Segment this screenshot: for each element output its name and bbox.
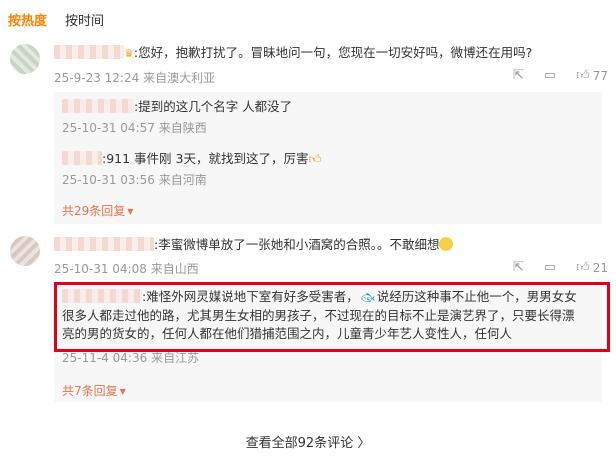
like-count: 77 [592, 68, 608, 83]
reply-item: :911 事件刚 3天，就找到这了，厉害👍︎ 25-10-31 03:56 来自… [62, 151, 322, 187]
like-icon: 👍︎ [576, 68, 590, 83]
comment-time: 25-9-23 12:24 [54, 71, 140, 85]
chevron-down-icon: ▼ [127, 207, 134, 216]
share-button[interactable]: ⇱ [513, 68, 524, 83]
crown-icon: ♛ [124, 47, 134, 60]
reply-item: :提到的这几个名字 人都没了 25-10-31 04:57 来自陕西 [62, 99, 293, 135]
comment-text: ♛:您好，抱歉打扰了。冒昧地问一句，您现在一切安好吗，微博还在用吗? [54, 44, 616, 63]
share-icon: ⇱ [512, 68, 524, 83]
sort-tabs: 按热度 按时间 [8, 10, 104, 29]
grin-emoji [439, 237, 454, 251]
comment-button[interactable]: ▭ [544, 260, 556, 275]
username-blurred[interactable] [62, 289, 142, 303]
chevron-down-icon: ▼ [119, 387, 126, 396]
comment-icon: ▭ [543, 68, 557, 83]
like-button[interactable]: 👍︎ 21 [576, 260, 608, 275]
tab-hot[interactable]: 按热度 [8, 10, 47, 29]
avatar[interactable] [10, 236, 40, 266]
more-replies-link[interactable]: 共7条回复 ▼ [62, 382, 594, 399]
avatar[interactable] [10, 44, 40, 74]
reply-item: :难怪外网灵媒说地下室有好多受害者， 🐟︎ 说经历这种事不止他一个，男男女女 很多人… [62, 289, 577, 365]
like-icon: 👍︎ [576, 260, 590, 275]
comment-source: 来自澳大利亚 [143, 71, 216, 85]
comment-button[interactable]: ▭ [544, 68, 556, 83]
share-icon: ⇱ [512, 260, 524, 275]
like-button[interactable]: 👍︎ 77 [576, 68, 608, 83]
tab-time[interactable]: 按时间 [65, 10, 104, 29]
more-replies-link[interactable]: 共29条回复 ▼ [62, 202, 594, 219]
username-blurred[interactable] [62, 99, 134, 113]
comment-time: 25-10-31 04:08 [54, 262, 147, 276]
comment-icon: ▭ [543, 260, 557, 275]
username-blurred[interactable] [54, 45, 124, 59]
view-all-comments-link[interactable]: 查看全部92条评论 〉 [0, 432, 616, 451]
fish-emoji: 🐟︎ [360, 291, 375, 304]
reply-box-1: :提到的这几个名字 人都没了 25-10-31 04:57 来自陕西 :911 … [54, 92, 602, 224]
comment-source: 来自山西 [150, 262, 199, 276]
reply-box-2: :难怪外网灵媒说地下室有好多受害者， 🐟︎ 说经历这种事不止他一个，男男女女 很多人… [54, 284, 602, 402]
comment-text: :李蜜微博单放了一张她和小酒窝的合照。。不敢细想 [54, 236, 616, 254]
comment-actions: ⇱ ▭ 👍︎ 21 [513, 260, 608, 275]
like-count: 21 [592, 260, 608, 275]
comment-actions: ⇱ ▭ 👍︎ 77 [513, 68, 608, 83]
username-blurred[interactable] [54, 237, 154, 251]
username-blurred[interactable] [62, 151, 102, 165]
thumb-icon: 👍︎ [308, 151, 322, 166]
share-button[interactable]: ⇱ [513, 260, 524, 275]
